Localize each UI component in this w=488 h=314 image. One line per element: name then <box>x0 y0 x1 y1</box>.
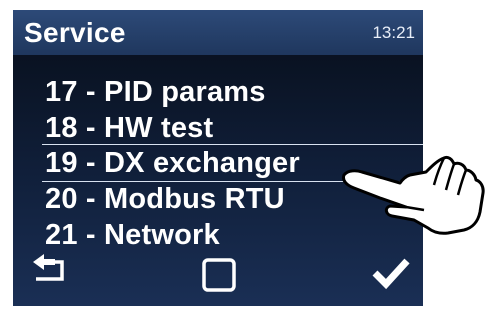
square-icon[interactable] <box>202 258 236 292</box>
menu-item-hw-test[interactable]: 18 - HW test <box>45 110 213 146</box>
clock: 13:21 <box>372 23 415 42</box>
checkmark-icon[interactable] <box>371 256 411 290</box>
footer-bar <box>13 246 423 306</box>
menu-item-dx-exchanger[interactable]: 19 - DX exchanger <box>45 145 300 181</box>
page-title: Service <box>24 17 126 48</box>
pointing-hand-icon <box>340 150 486 250</box>
header-bar: Service 13:21 <box>13 10 423 55</box>
device-frame: Service 13:21 17 - PID params 18 - HW te… <box>0 0 488 314</box>
menu-item-modbus-rtu[interactable]: 20 - Modbus RTU <box>45 181 285 217</box>
menu-item-pid-params[interactable]: 17 - PID params <box>45 74 266 110</box>
back-arrow-icon[interactable] <box>31 254 71 288</box>
